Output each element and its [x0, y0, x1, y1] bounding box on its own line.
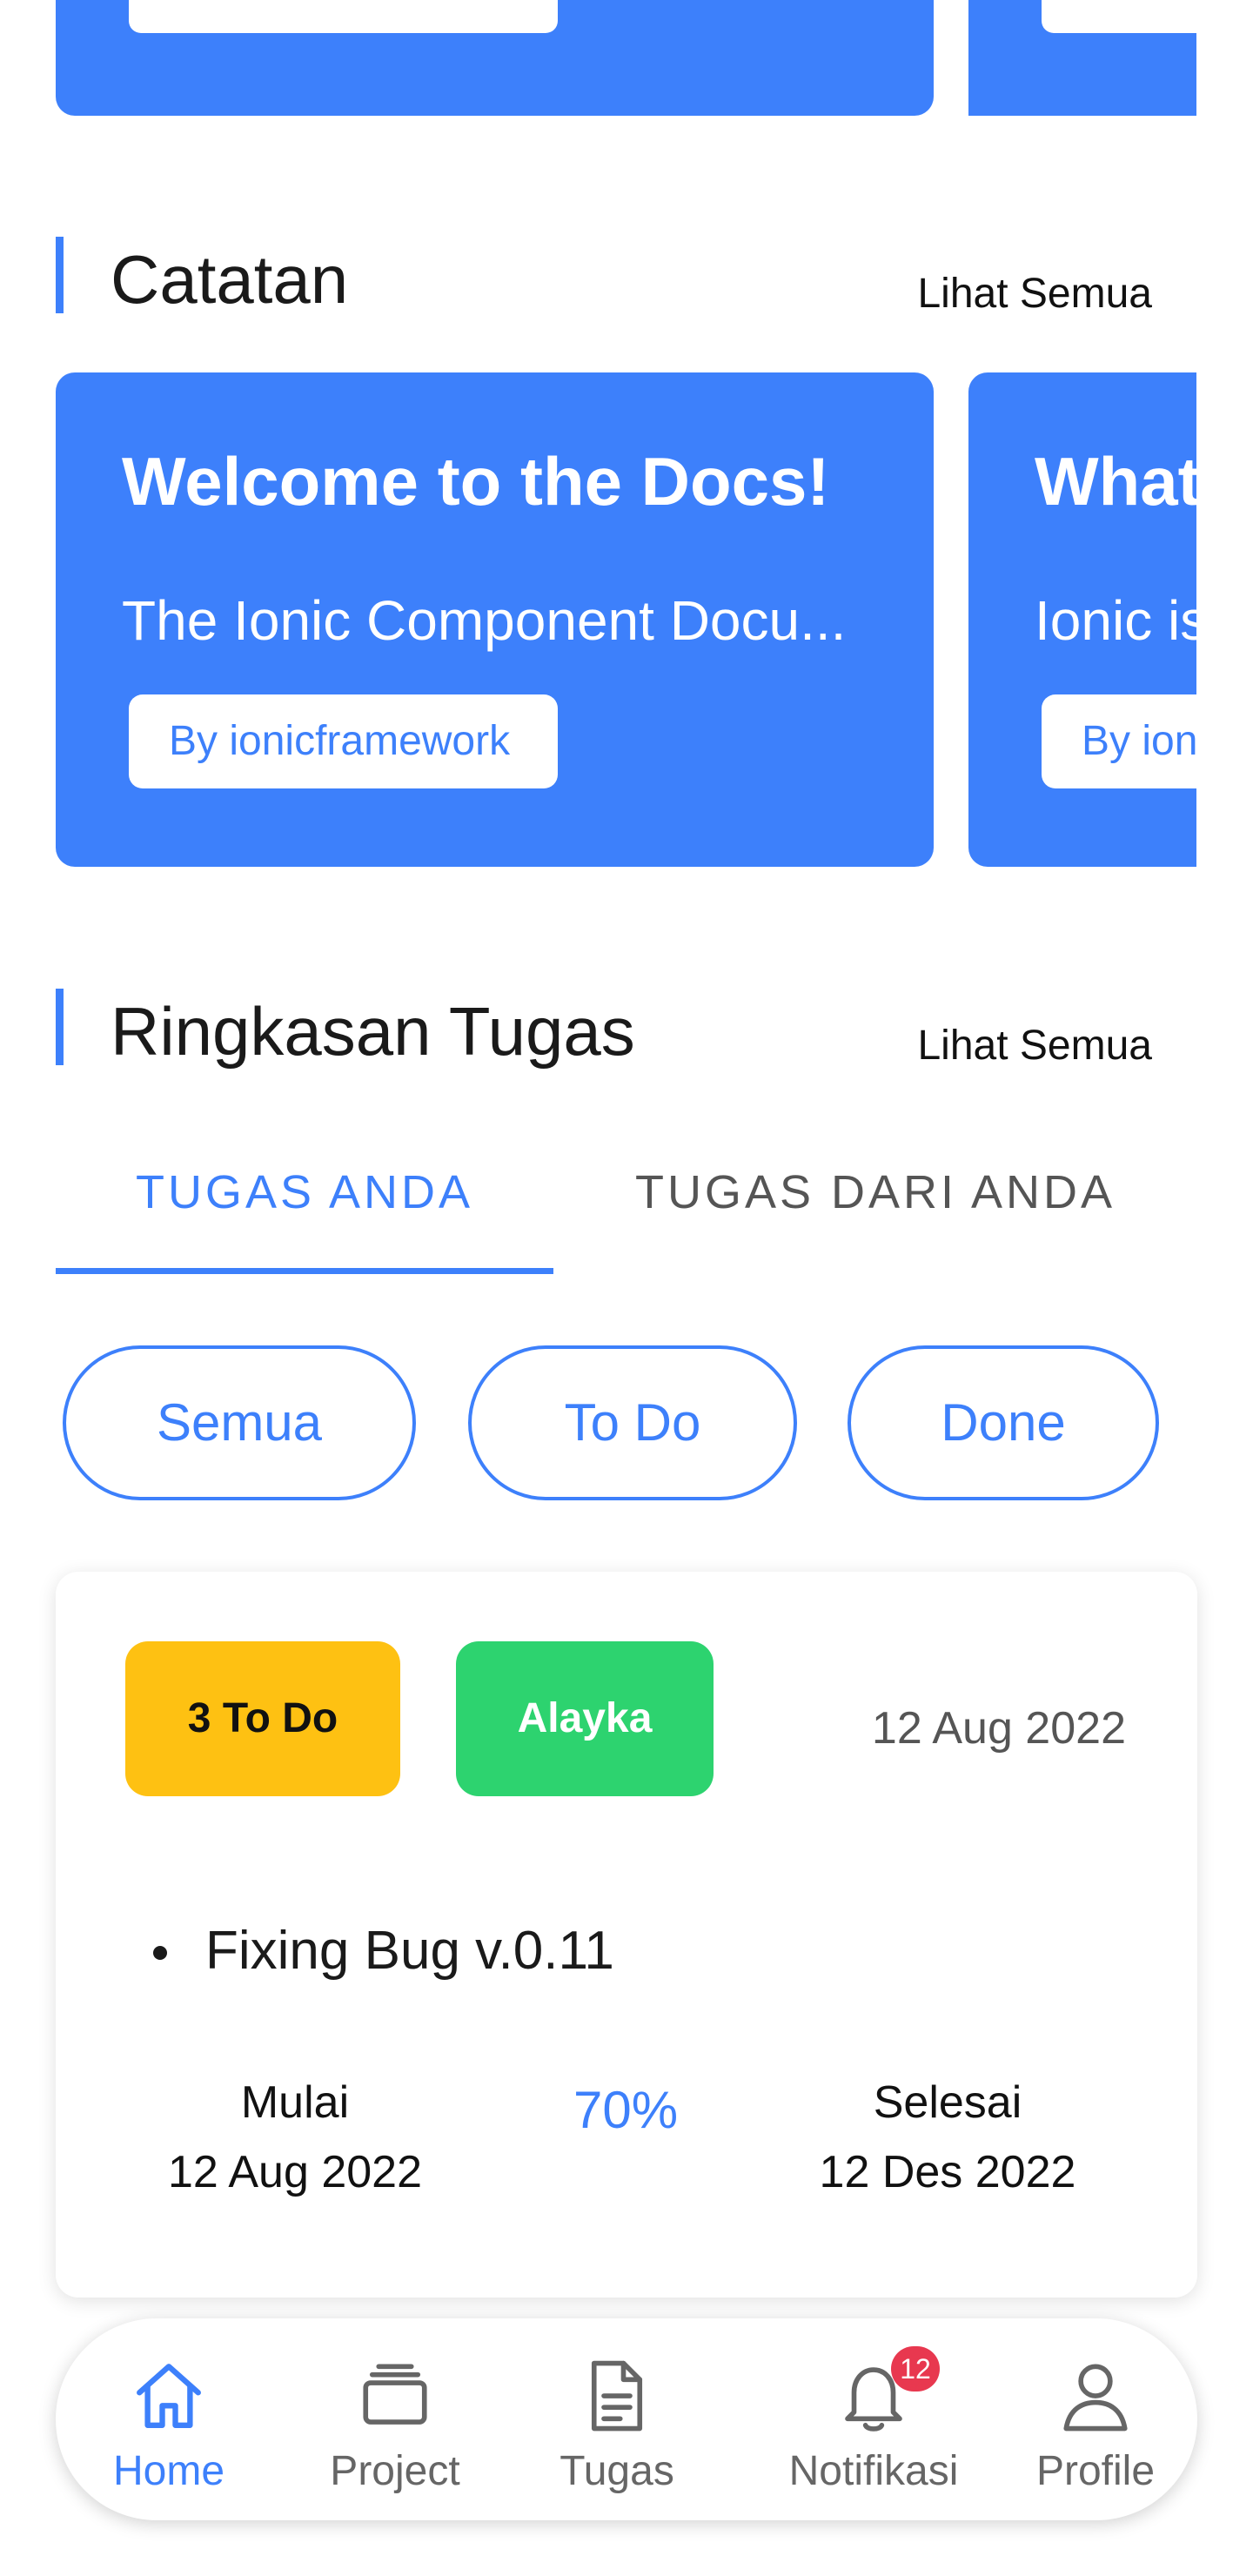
task-list-item: Fixing Bug v.0.11 — [153, 1920, 614, 1982]
nav-notifikasi[interactable]: 12 Notifikasi — [743, 2318, 1004, 2520]
nav-tugas[interactable]: Tugas — [530, 2318, 704, 2520]
person-icon — [1063, 2364, 1128, 2432]
tasks-see-all-link[interactable]: Lihat Semua — [917, 1022, 1152, 1070]
tab-tugas-dari-anda[interactable]: TUGAS DARI ANDA — [553, 1131, 1197, 1274]
notes-section-header: Catatan Lihat Semua — [56, 237, 1197, 318]
task-start: Mulai 12 Aug 2022 — [125, 2068, 465, 2207]
nav-notifikasi-label: Notifikasi — [788, 2448, 959, 2494]
home-page: Catatan Lihat Semua Welcome to the Docs!… — [0, 0, 1253, 2576]
nav-profile-label: Profile — [1035, 2448, 1156, 2494]
status-badge: 3 To Do — [125, 1641, 400, 1796]
section-accent-bar — [56, 237, 64, 313]
bottom-nav: Home Project Tugas 12 Notifikasi Profile — [56, 2318, 1197, 2520]
nav-project-label: Project — [330, 2448, 460, 2494]
section-accent-bar — [56, 989, 64, 1065]
notification-count-badge: 12 — [891, 2346, 940, 2392]
note-description: The Ionic Component Docu... — [122, 589, 847, 652]
notes-see-all-link[interactable]: Lihat Semua — [917, 270, 1152, 318]
home-icon — [137, 2364, 201, 2428]
filter-todo-button[interactable]: To Do — [468, 1345, 797, 1500]
end-date: 12 Des 2022 — [819, 2147, 1076, 2197]
project-card-author-chip — [129, 0, 558, 33]
filter-done-button[interactable]: Done — [848, 1345, 1159, 1500]
start-date: 12 Aug 2022 — [167, 2147, 423, 2197]
task-tabs: TUGAS ANDA TUGAS DARI ANDA — [56, 1131, 1197, 1274]
nav-tugas-label: Tugas — [559, 2448, 674, 2494]
note-card[interactable]: What Ionic is By ion — [968, 372, 1196, 867]
start-label: Mulai — [240, 2077, 350, 2128]
project-card-partial[interactable] — [56, 0, 934, 116]
end-label: Selesai — [873, 2077, 1022, 2128]
note-card[interactable]: Welcome to the Docs! The Ionic Component… — [56, 372, 934, 867]
note-author-chip: By ion — [1042, 694, 1196, 788]
filter-semua-button[interactable]: Semua — [63, 1345, 416, 1500]
project-card-author-chip — [1042, 0, 1216, 33]
tasks-section-header: Ringkasan Tugas Lihat Semua — [56, 989, 1197, 1070]
notes-section-title: Catatan — [111, 241, 349, 318]
project-card-partial-next[interactable] — [968, 0, 1216, 116]
task-card[interactable]: 3 To Do Alayka 12 Aug 2022 Fixing Bug v.… — [56, 1572, 1197, 2298]
nav-project[interactable]: Project — [299, 2318, 491, 2520]
note-title: Welcome to the Docs! — [122, 443, 830, 520]
note-title: What — [1035, 443, 1196, 520]
assignee-badge: Alayka — [456, 1641, 714, 1796]
stack-icon — [363, 2364, 427, 2425]
nav-home-label: Home — [112, 2448, 225, 2494]
task-item-label: Fixing Bug v.0.11 — [205, 1921, 614, 1981]
note-description: Ionic is — [1035, 589, 1196, 652]
task-date: 12 Aug 2022 — [871, 1703, 1126, 1754]
nav-profile[interactable]: Profile — [1013, 2318, 1178, 2520]
tasks-section-title: Ringkasan Tugas — [111, 993, 635, 1070]
document-icon — [591, 2360, 643, 2432]
task-progress: 70% — [573, 2081, 679, 2139]
nav-home[interactable]: Home — [90, 2318, 247, 2520]
tab-tugas-anda[interactable]: TUGAS ANDA — [56, 1131, 553, 1274]
note-author-chip: By ionicframework — [129, 694, 558, 788]
task-end: Selesai 12 Des 2022 — [778, 2068, 1117, 2207]
bullet-icon — [153, 1946, 167, 1960]
